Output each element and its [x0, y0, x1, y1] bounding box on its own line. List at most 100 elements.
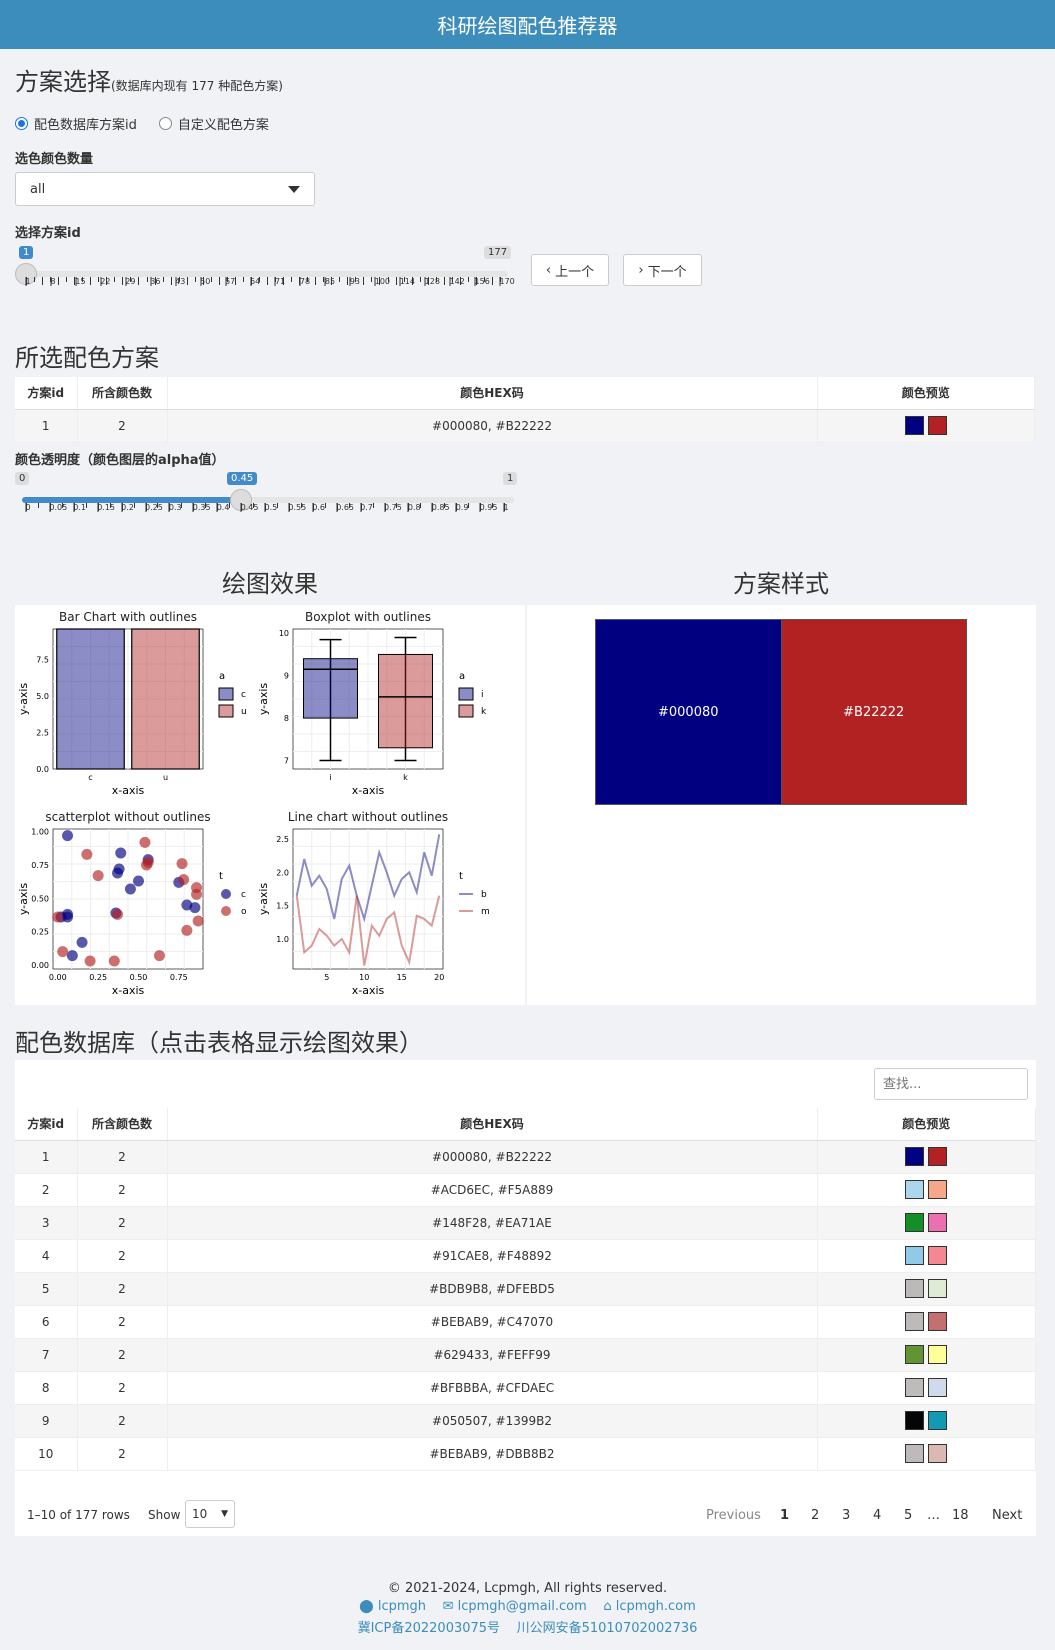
slider-tick-label: 29: [125, 277, 135, 286]
color-swatch: [905, 1411, 925, 1430]
table-row[interactable]: 1 2 #000080, #B22222: [15, 1140, 1036, 1174]
slider-tick-label: 43: [175, 277, 186, 286]
col-count[interactable]: 所含颜色数: [77, 1108, 168, 1141]
col-preview[interactable]: 颜色预览: [817, 1108, 1036, 1141]
color-swatch: [905, 1147, 925, 1166]
cell-id: 7: [15, 1338, 78, 1372]
selection-subtitle: (数据库内现有 177 种配色方案): [111, 79, 283, 93]
table-row[interactable]: 8 2 #BFBBBA, #CFDAEC: [15, 1371, 1036, 1405]
slider-tick-label: 0.5: [264, 503, 278, 512]
slider-tick-label: 0.55: [288, 503, 307, 512]
plots-title: 绘图效果: [222, 570, 318, 598]
id-slider-value: 1: [19, 246, 34, 259]
police-link[interactable]: 川公网安备51010702002736: [517, 1621, 698, 1636]
page-size-select[interactable]: 10 ▼: [185, 1500, 235, 1528]
table-row[interactable]: 1 2 #000080, #B22222: [15, 409, 1035, 443]
x-tick-label: 5: [324, 973, 329, 982]
y-tick-label: 2.5: [276, 835, 289, 844]
legend-key: [218, 687, 234, 701]
pager-page-3[interactable]: 3: [842, 1508, 850, 1523]
cell-id: 1: [15, 409, 78, 443]
alpha-min: 0: [15, 472, 30, 485]
slider-tick: [186, 277, 188, 285]
table-row[interactable]: 3 2 #148F28, #EA71AE: [15, 1206, 1036, 1240]
radio-db-id[interactable]: [15, 117, 28, 130]
scatter-point: [139, 836, 151, 848]
scatter-point: [112, 908, 124, 920]
table-row[interactable]: 6 2 #BEBAB9, #C47070: [15, 1305, 1036, 1339]
color-swatch: [928, 1180, 948, 1199]
pager-next[interactable]: Next: [992, 1508, 1022, 1523]
cell-count: 2: [77, 1437, 168, 1471]
color-swatch: [905, 1279, 925, 1298]
cell-id: 3: [15, 1206, 78, 1240]
alpha-slider-ticks: 0 0.05 0.1 0.15 0.2 0.25 0.3 0.35 0.4 0.45 0.5 0.55…: [25, 503, 509, 523]
y-tick-label: 9: [284, 672, 289, 681]
count-select-value: all: [30, 181, 46, 197]
cell-preview: [817, 1404, 1036, 1438]
show-label: Show: [148, 1508, 181, 1522]
radio-db-label[interactable]: 配色数据库方案id: [34, 114, 137, 133]
radio-custom[interactable]: [158, 117, 172, 130]
color-swatch: [928, 1312, 948, 1331]
pager-previous[interactable]: Previous: [706, 1508, 761, 1523]
y-tick-label: 0.0: [36, 765, 49, 774]
slider-tick-label: 0.6: [312, 503, 326, 512]
x-tick-label: 10: [359, 973, 369, 982]
col-hex[interactable]: 颜色HEX码: [167, 377, 818, 410]
slider-tick-label: 22: [100, 277, 111, 286]
col-count[interactable]: 所含颜色数: [77, 377, 168, 410]
table-row[interactable]: 4 2 #91CAE8, #F48892: [15, 1239, 1036, 1273]
table-row[interactable]: 7 2 #629433, #FEFF99: [15, 1338, 1036, 1372]
app-header: 科研绘图配色推荐器: [0, 0, 1055, 49]
pager-page-2[interactable]: 2: [811, 1508, 819, 1523]
prev-button[interactable]: ‹ 上一个: [531, 254, 609, 286]
count-select[interactable]: all: [15, 172, 315, 206]
x-tick-label: 15: [397, 973, 407, 982]
pager-page-last[interactable]: 18: [952, 1508, 969, 1523]
table-row[interactable]: 10 2 #BEBAB9, #DBB8B2: [15, 1437, 1036, 1471]
style-block-hex: #B22222: [843, 704, 905, 720]
table-row[interactable]: 5 2 #BDB9B8, #DFEBD5: [15, 1272, 1036, 1306]
pager-page-1[interactable]: 1: [780, 1508, 789, 1523]
github-link[interactable]: ⬤ lcpmgh: [359, 1599, 426, 1614]
slider-tick-label: 0.7: [360, 503, 373, 512]
email-link[interactable]: ✉ lcpmgh@gmail.com: [443, 1599, 587, 1614]
slider-tick: [98, 277, 100, 282]
cell-hex: #BFBBBA, #CFDAEC: [167, 1371, 818, 1405]
slider-tick-label: 128: [424, 277, 440, 286]
site-link[interactable]: ⌂ lcpmgh.com: [603, 1599, 695, 1614]
slider-tick-label: 170: [499, 277, 515, 286]
color-swatch: [905, 1378, 925, 1397]
box: [303, 658, 358, 719]
radio-custom-label[interactable]: 自定义配色方案: [178, 114, 269, 133]
col-hex[interactable]: 颜色HEX码: [167, 1108, 818, 1141]
col-id[interactable]: 方案id: [15, 377, 78, 410]
legend-label: k: [481, 707, 487, 717]
slider-tick: [37, 503, 39, 508]
cell-hex: #ACD6EC, #F5A889: [167, 1173, 818, 1207]
cell-hex: #91CAE8, #F48892: [167, 1239, 818, 1273]
scatter-point: [108, 955, 120, 967]
search-input[interactable]: [874, 1068, 1028, 1100]
slider-tick: [467, 277, 469, 282]
cell-count: 2: [77, 1272, 168, 1306]
col-preview[interactable]: 颜色预览: [817, 377, 1035, 410]
icp-link[interactable]: 冀ICP备2022003075号: [358, 1621, 500, 1636]
alpha-value: 0.45: [227, 472, 258, 485]
slider-tick-label: 1: [25, 277, 31, 286]
style-block-hex: #000080: [657, 704, 719, 720]
legend-label: m: [481, 907, 490, 917]
alpha-max: 1: [503, 472, 518, 485]
next-button[interactable]: › 下一个: [623, 254, 702, 286]
slider-tick-label: 0.2: [121, 503, 134, 512]
scatter-point: [115, 847, 127, 859]
color-swatch: [905, 1213, 925, 1232]
pager-page-5[interactable]: 5: [904, 1508, 912, 1523]
pager-page-4[interactable]: 4: [873, 1508, 881, 1523]
table-row[interactable]: 2 2 #ACD6EC, #F5A889: [15, 1173, 1036, 1207]
col-id[interactable]: 方案id: [15, 1108, 78, 1141]
table-row[interactable]: 9 2 #050507, #1399B2: [15, 1404, 1036, 1438]
slider-tick-label: 0: [25, 503, 31, 512]
selection-title: 方案选择(数据库内现有 177 种配色方案): [15, 62, 283, 97]
